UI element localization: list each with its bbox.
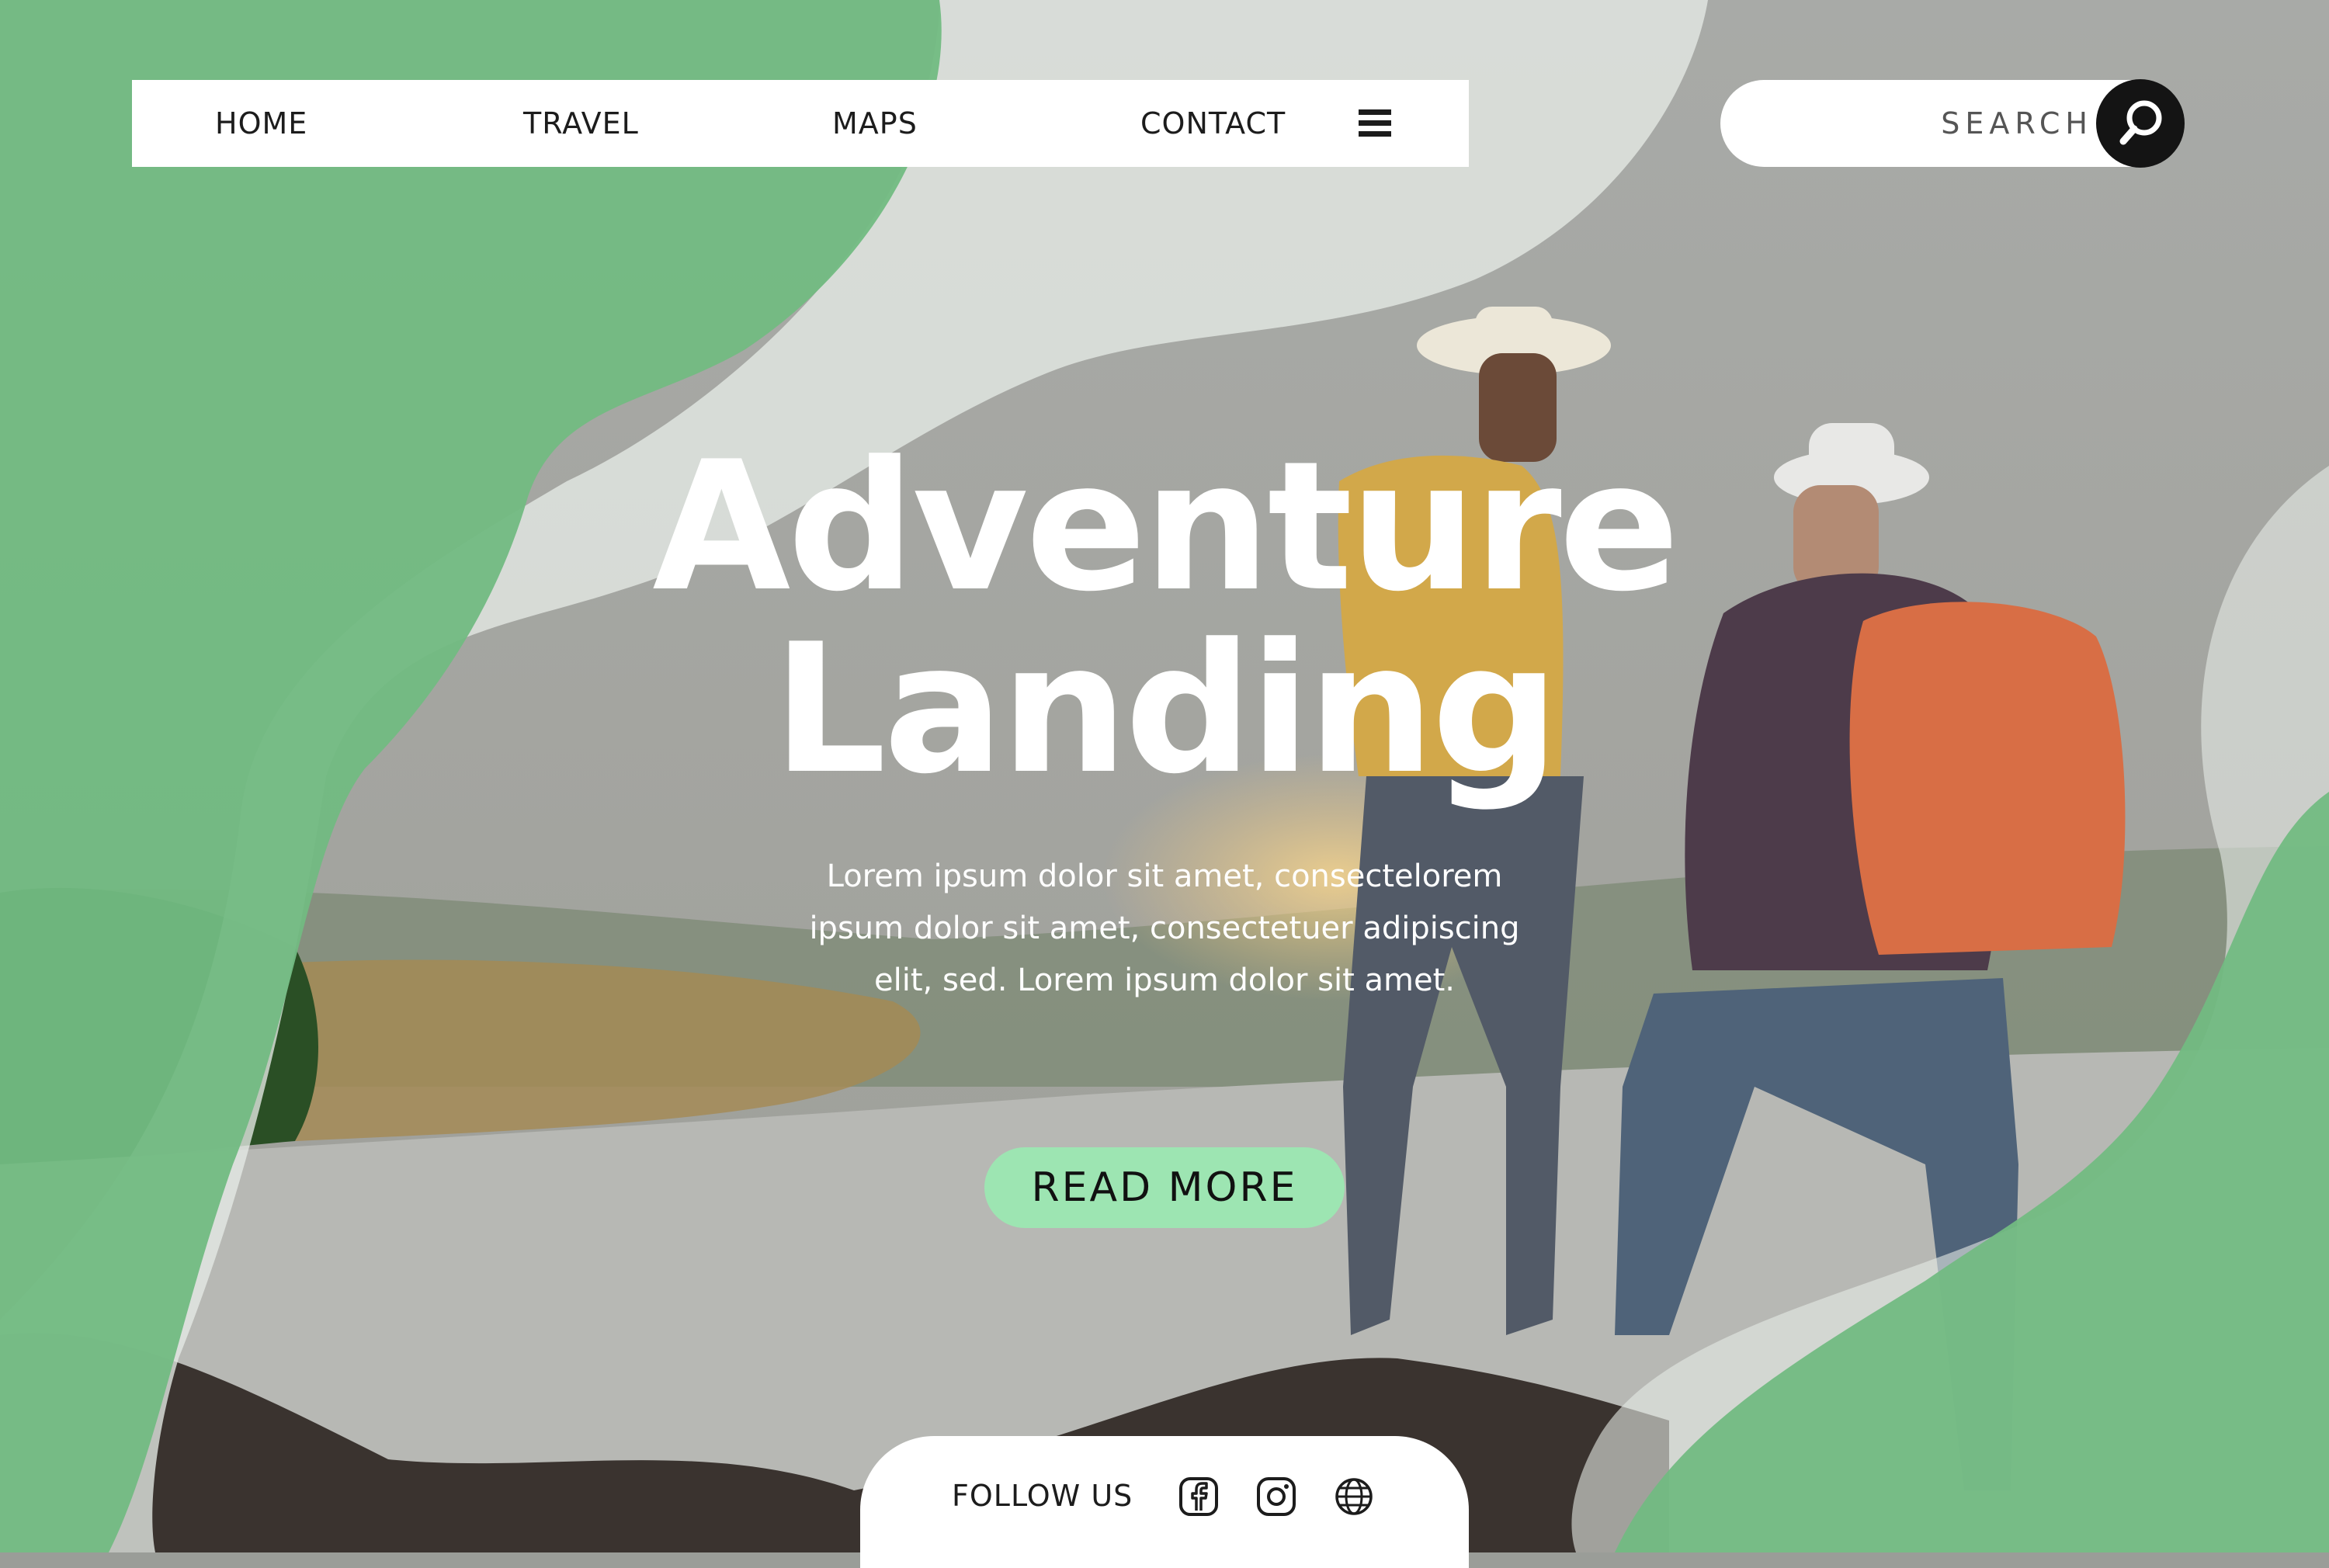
search-button[interactable]	[2096, 79, 2185, 168]
hamburger-menu-icon[interactable]	[1359, 109, 1391, 137]
hero-description: Lorem ipsum dolor sit amet, consectelore…	[809, 859, 1520, 998]
nav-travel[interactable]: TRAVEL	[523, 80, 639, 167]
search-input[interactable]	[1751, 80, 2093, 167]
nav-contact[interactable]: CONTACT	[1140, 80, 1286, 167]
top-nav: HOME TRAVEL MAPS CONTACT	[132, 80, 1469, 167]
globe-icon[interactable]	[1334, 1476, 1374, 1517]
hero-title-line1: Adventure	[652, 424, 1679, 631]
follow-us-label: FOLLOW US	[952, 1479, 1133, 1513]
nav-maps[interactable]: MAPS	[832, 80, 918, 167]
facebook-icon[interactable]	[1178, 1476, 1219, 1517]
magnifier-icon	[2119, 100, 2162, 145]
follow-panel: FOLLOW US	[860, 1436, 1469, 1568]
read-more-button[interactable]: READ MORE	[984, 1147, 1345, 1228]
hero-title-line2: Landing	[772, 606, 1559, 813]
nav-home[interactable]: HOME	[215, 80, 307, 167]
search-bar	[1720, 79, 2185, 168]
instagram-icon[interactable]	[1256, 1476, 1296, 1517]
